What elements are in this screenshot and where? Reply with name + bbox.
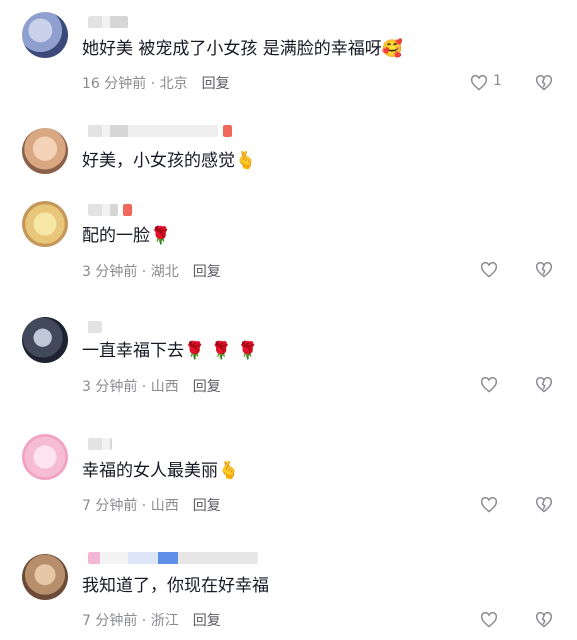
comment-time: 3 分钟前 (82, 264, 138, 280)
comment-time: 3 分钟前 (82, 379, 138, 395)
reply-button[interactable]: 回复 (193, 379, 221, 395)
avatar[interactable] (22, 201, 68, 247)
heart-outline-icon[interactable] (480, 612, 498, 628)
broken-heart-icon[interactable] (535, 612, 553, 628)
username-blurred[interactable] (88, 438, 112, 450)
username-blurred[interactable] (88, 125, 232, 137)
heart-outline-icon[interactable] (480, 497, 498, 513)
meta-separator: · (137, 613, 151, 629)
comment-time: 7 分钟前 (82, 498, 138, 514)
broken-heart-icon[interactable] (535, 377, 553, 393)
heart-outline-icon[interactable] (480, 262, 498, 278)
comment-text: 她好美 被宠成了小女孩 是满脸的幸福呀🥰 (82, 39, 403, 59)
comment-meta: 16 分钟前 · 北京 回复 (82, 73, 230, 93)
comment-meta: 7 分钟前 · 山西 回复 (82, 495, 221, 515)
comment-text: 配的一脸🌹 (82, 226, 172, 246)
comment-meta: 7 分钟前 · 浙江 回复 (82, 610, 221, 630)
like-count: 1 (493, 73, 502, 89)
comment-text: 一直幸福下去🌹 🌹 🌹 (82, 341, 259, 361)
avatar[interactable] (22, 434, 68, 480)
comment-location: 山西 (150, 379, 179, 395)
comment-location: 湖北 (150, 264, 179, 280)
comment-location: 北京 (159, 76, 188, 92)
reply-button[interactable]: 回复 (193, 613, 221, 629)
username-blurred[interactable] (88, 321, 102, 333)
comment-text: 好美，小女孩的感觉🫰 (82, 151, 257, 171)
heart-outline-icon[interactable] (480, 377, 498, 393)
avatar[interactable] (22, 317, 68, 363)
avatar[interactable] (22, 128, 68, 174)
meta-separator: · (146, 76, 160, 92)
avatar[interactable] (22, 12, 68, 58)
avatar[interactable] (22, 554, 68, 600)
comment-time: 16 分钟前 (82, 76, 147, 92)
broken-heart-icon[interactable] (535, 262, 553, 278)
username-blurred[interactable] (88, 16, 128, 28)
meta-separator: · (137, 379, 151, 395)
meta-separator: · (137, 264, 151, 280)
broken-heart-icon[interactable] (535, 75, 553, 91)
comment-time: 7 分钟前 (82, 613, 138, 629)
comment-text: 我知道了，你现在好幸福 (82, 576, 269, 596)
comment-location: 浙江 (150, 613, 179, 629)
heart-outline-icon[interactable] (470, 75, 488, 91)
comment-text: 幸福的女人最美丽🫰 (82, 461, 240, 481)
comment-meta: 3 分钟前 · 山西 回复 (82, 376, 221, 396)
reply-button[interactable]: 回复 (193, 498, 221, 514)
comment-location: 山西 (150, 498, 179, 514)
comment-meta: 3 分钟前 · 湖北 回复 (82, 261, 221, 281)
username-blurred[interactable] (88, 552, 258, 564)
meta-separator: · (137, 498, 151, 514)
broken-heart-icon[interactable] (535, 497, 553, 513)
username-blurred[interactable] (88, 204, 132, 216)
reply-button[interactable]: 回复 (193, 264, 221, 280)
reply-button[interactable]: 回复 (202, 76, 230, 92)
